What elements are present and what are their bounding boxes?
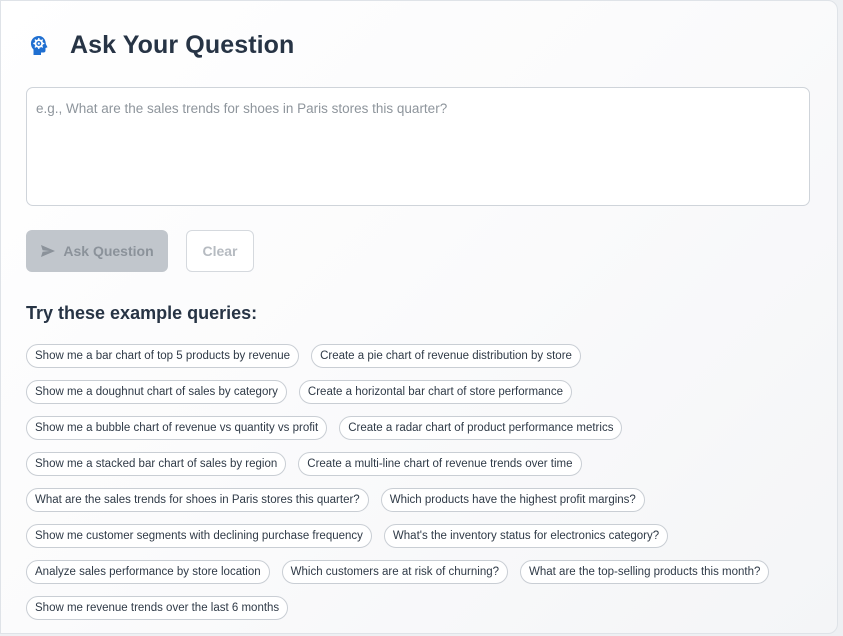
example-query-chip[interactable]: Show me a bubble chart of revenue vs qua… bbox=[26, 416, 328, 440]
example-query-chip[interactable]: Create a pie chart of revenue distributi… bbox=[311, 344, 581, 368]
examples-heading: Try these example queries: bbox=[26, 303, 258, 323]
example-row: Show me customer segments with declining… bbox=[26, 524, 669, 548]
example-query-chip[interactable]: Show me a stacked bar chart of sales by … bbox=[26, 452, 287, 476]
page-title: Ask Your Question bbox=[70, 31, 295, 59]
example-query-chip[interactable]: What are the top-selling products this m… bbox=[520, 560, 770, 584]
example-query-chip[interactable]: Which products have the highest profit m… bbox=[380, 488, 645, 512]
example-query-chip[interactable]: Show me revenue trends over the last 6 m… bbox=[26, 596, 289, 620]
question-input[interactable] bbox=[26, 87, 810, 206]
clear-button[interactable]: Clear bbox=[186, 230, 254, 272]
example-query-chip[interactable]: What's the inventory status for electron… bbox=[383, 524, 669, 548]
example-row: Show me a stacked bar chart of sales by … bbox=[26, 452, 582, 476]
example-query-chip[interactable]: Analyze sales performance by store locat… bbox=[26, 560, 270, 584]
example-query-chip[interactable]: Show me a doughnut chart of sales by cat… bbox=[26, 380, 287, 404]
send-icon bbox=[40, 244, 56, 258]
example-query-chip[interactable]: Which customers are at risk of churning? bbox=[281, 560, 509, 584]
example-row: Show me a doughnut chart of sales by cat… bbox=[26, 380, 572, 404]
example-row: Show me revenue trends over the last 6 m… bbox=[26, 596, 289, 620]
ask-question-button[interactable]: Ask Question bbox=[26, 230, 168, 272]
panel-header: Ask Your Question bbox=[28, 31, 294, 60]
ask-question-panel: Ask Your Question Ask Question Clear Try… bbox=[0, 0, 838, 634]
brain-icon bbox=[28, 34, 50, 58]
example-row: Analyze sales performance by store locat… bbox=[26, 560, 770, 584]
example-row: Show me a bar chart of top 5 products by… bbox=[26, 344, 581, 368]
example-query-chip[interactable]: Create a multi-line chart of revenue tre… bbox=[298, 452, 582, 476]
example-query-chip[interactable]: Show me customer segments with declining… bbox=[26, 524, 372, 548]
example-query-chip[interactable]: Create a horizontal bar chart of store p… bbox=[298, 380, 572, 404]
example-query-chip[interactable]: Create a radar chart of product performa… bbox=[339, 416, 623, 440]
example-query-chip[interactable]: What are the sales trends for shoes in P… bbox=[26, 488, 369, 512]
example-row: What are the sales trends for shoes in P… bbox=[26, 488, 645, 512]
ask-question-label: Ask Question bbox=[63, 243, 154, 259]
example-row: Show me a bubble chart of revenue vs qua… bbox=[26, 416, 623, 440]
example-query-chip[interactable]: Show me a bar chart of top 5 products by… bbox=[26, 344, 300, 368]
